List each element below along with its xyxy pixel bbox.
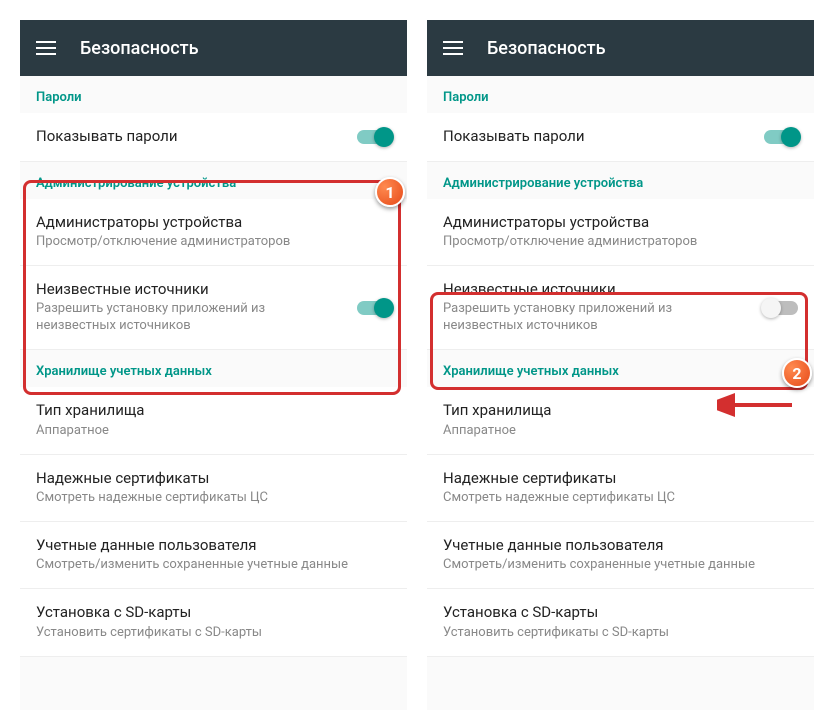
phone-left: Безопасность Пароли Показывать пароли Ад…	[20, 20, 407, 710]
item-title: Установка с SD-карты	[36, 603, 381, 623]
section-passwords: Пароли	[427, 76, 814, 113]
item-user-creds[interactable]: Учетные данные пользователя Смотреть/изм…	[20, 522, 407, 589]
item-user-creds[interactable]: Учетные данные пользователя Смотреть/изм…	[427, 522, 814, 589]
item-storage-type[interactable]: Тип хранилища Аппаратное	[427, 387, 814, 454]
item-title: Показывать пароли	[443, 127, 754, 147]
item-title: Тип хранилища	[443, 401, 788, 421]
item-title: Администраторы устройства	[36, 213, 381, 233]
section-storage: Хранилище учетных данных	[427, 350, 814, 387]
item-subtitle: Просмотр/отключение администраторов	[443, 234, 788, 251]
section-admin: Администрирование устройства	[20, 162, 407, 199]
appbar: Безопасность	[427, 20, 814, 76]
item-subtitle: Смотреть надежные сертификаты ЦС	[443, 490, 788, 507]
item-subtitle: Установить сертификаты с SD-карты	[36, 625, 381, 642]
item-subtitle: Разрешить установку приложений из неизве…	[443, 301, 754, 335]
item-title: Учетные данные пользователя	[36, 536, 381, 556]
item-title: Надежные сертификаты	[443, 469, 788, 489]
section-passwords: Пароли	[20, 76, 407, 113]
hamburger-icon[interactable]	[443, 41, 463, 55]
item-storage-type[interactable]: Тип хранилища Аппаратное	[20, 387, 407, 454]
switch-show-passwords[interactable]	[357, 130, 391, 144]
switch-show-passwords[interactable]	[764, 130, 798, 144]
switch-unknown-sources[interactable]	[764, 301, 798, 315]
item-unknown-sources[interactable]: Неизвестные источники Разрешить установк…	[20, 266, 407, 350]
item-trusted-certs[interactable]: Надежные сертификаты Смотреть надежные с…	[20, 455, 407, 522]
item-subtitle: Разрешить установку приложений из неизве…	[36, 301, 347, 335]
item-title: Администраторы устройства	[443, 213, 788, 233]
item-title: Установка с SD-карты	[443, 603, 788, 623]
item-subtitle: Аппаратное	[36, 423, 381, 440]
item-title: Неизвестные источники	[443, 280, 754, 300]
item-title: Показывать пароли	[36, 127, 347, 147]
app-title: Безопасность	[487, 38, 606, 59]
item-subtitle: Смотреть/изменить сохраненные учетные да…	[443, 557, 788, 574]
item-subtitle: Установить сертификаты с SD-карты	[443, 625, 788, 642]
item-title: Надежные сертификаты	[36, 469, 381, 489]
item-subtitle: Просмотр/отключение администраторов	[36, 234, 381, 251]
item-title: Учетные данные пользователя	[443, 536, 788, 556]
item-title: Тип хранилища	[36, 401, 381, 421]
item-sd-install[interactable]: Установка с SD-карты Установить сертифик…	[427, 589, 814, 656]
item-subtitle: Аппаратное	[443, 423, 788, 440]
item-unknown-sources[interactable]: Неизвестные источники Разрешить установк…	[427, 266, 814, 350]
switch-unknown-sources[interactable]	[357, 301, 391, 315]
appbar: Безопасность	[20, 20, 407, 76]
item-subtitle: Смотреть/изменить сохраненные учетные да…	[36, 557, 381, 574]
item-sd-install[interactable]: Установка с SD-карты Установить сертифик…	[20, 589, 407, 656]
item-show-passwords[interactable]: Показывать пароли	[20, 113, 407, 162]
item-device-admins[interactable]: Администраторы устройства Просмотр/отклю…	[20, 199, 407, 266]
app-title: Безопасность	[80, 38, 199, 59]
section-admin: Администрирование устройства	[427, 162, 814, 199]
hamburger-icon[interactable]	[36, 41, 56, 55]
section-storage: Хранилище учетных данных	[20, 350, 407, 387]
phone-right: Безопасность Пароли Показывать пароли Ад…	[427, 20, 814, 710]
item-trusted-certs[interactable]: Надежные сертификаты Смотреть надежные с…	[427, 455, 814, 522]
item-title: Неизвестные источники	[36, 280, 347, 300]
item-device-admins[interactable]: Администраторы устройства Просмотр/отклю…	[427, 199, 814, 266]
item-subtitle: Смотреть надежные сертификаты ЦС	[36, 490, 381, 507]
item-show-passwords[interactable]: Показывать пароли	[427, 113, 814, 162]
